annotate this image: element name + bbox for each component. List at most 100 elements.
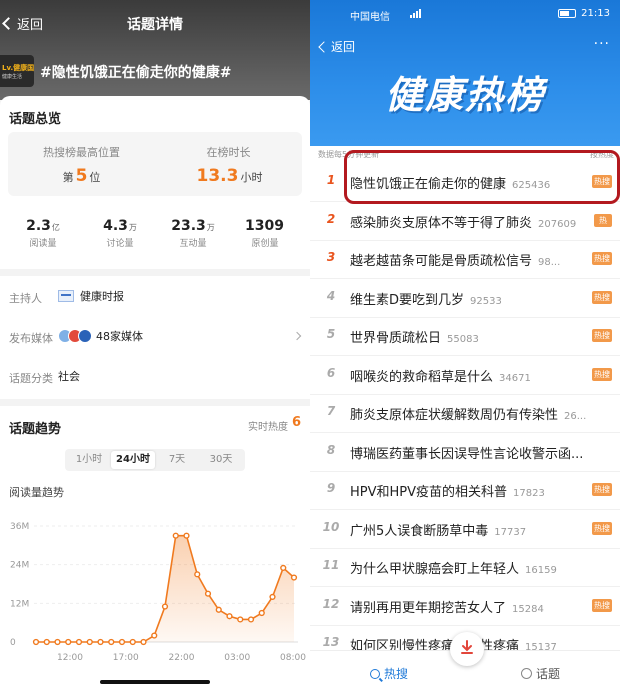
metric-label: 互动量 xyxy=(179,239,207,249)
host-row[interactable]: 主持人 健康时报 xyxy=(0,278,310,318)
metric-label: 阅读量 xyxy=(29,239,57,249)
rank-number: 12 xyxy=(322,596,340,611)
rank-count: 98... xyxy=(538,257,561,268)
tab-1h[interactable]: 1小时 xyxy=(67,451,111,469)
download-button[interactable] xyxy=(450,632,484,666)
thumbnail-text: Lv.健康国潮 xyxy=(2,64,34,72)
hot-badge: 热搜 xyxy=(592,367,612,381)
trend-point[interactable] xyxy=(75,638,83,646)
nav-hot-label: 热搜 xyxy=(384,667,409,681)
rank-title: 博瑞医药董事长因误导性言论收警示函... xyxy=(350,446,584,462)
x-tick-label: 17:00 xyxy=(113,653,139,663)
media-value: 48家媒体 xyxy=(96,330,143,343)
trend-point[interactable] xyxy=(97,638,104,646)
rank-title: 肺炎支原体症状缓解数周仍有传染性 xyxy=(350,408,559,423)
topic-icon xyxy=(520,668,532,679)
hot-badge: 热搜 xyxy=(592,252,612,265)
download-icon xyxy=(461,640,473,654)
metrics-row: 2.3亿 阅读量 4.3万 讨论量 23.3万 互动量 1309 原创量 xyxy=(0,218,310,258)
highlight-box xyxy=(344,150,620,204)
rank-item[interactable]: 9 HPV和HPV疫苗的相关科普 17823 热搜 xyxy=(310,472,620,510)
rank-count: 15284 xyxy=(512,603,544,615)
duration-label: 在榜时长 xyxy=(206,146,251,159)
thumbnail-subtext: 健康生活 xyxy=(2,74,23,80)
health-hot-list-panel: 中国电信 21:13 返回 ··· 健康热榜 数据每5分钟更新 按热度 1 隐性饥… xyxy=(310,0,620,688)
metric-label: 原创量 xyxy=(251,239,279,249)
trend-point[interactable] xyxy=(54,638,61,646)
metric-original: 1309 原创量 xyxy=(230,218,300,249)
rank-item[interactable]: 3 越老越苗条可能是骨质疏松信号 98... 热搜 xyxy=(310,241,620,279)
rank-title-line: HPV和HPV疫苗的相关科普 17823 xyxy=(350,481,545,500)
trend-point[interactable] xyxy=(204,590,212,597)
nav-topic[interactable]: 话题 xyxy=(520,665,560,682)
hot-badge: 热搜 xyxy=(592,329,612,342)
trend-point[interactable] xyxy=(226,613,233,620)
ranking-stats: 热搜榜最高位置 第5位 在榜时长 13.3 小时 xyxy=(8,132,302,196)
nav-hot[interactable]: 热搜 xyxy=(370,665,408,682)
rank-number: 7 xyxy=(326,404,336,418)
x-tick-label: 12:00 xyxy=(57,653,83,663)
rank-item[interactable]: 11 为什么甲状腺癌会盯上年轻人 16159 xyxy=(310,549,620,587)
trend-point[interactable] xyxy=(161,603,169,610)
trend-point[interactable] xyxy=(290,574,298,581)
trend-point[interactable] xyxy=(194,571,201,578)
trend-point[interactable] xyxy=(65,638,72,646)
rank-number: 11 xyxy=(322,558,340,572)
tab-24h[interactable]: 24小时 xyxy=(111,451,155,469)
peak-position: 热搜榜最高位置 第5位 xyxy=(8,132,155,196)
trend-point[interactable] xyxy=(258,609,265,617)
trend-point[interactable] xyxy=(172,532,179,539)
media-avatars xyxy=(58,329,92,343)
topic-thumbnail[interactable]: Lv.健康国潮 健康生活 xyxy=(0,55,34,87)
rank-item[interactable]: 7 肺炎支原体症状缓解数周仍有传染性 26... xyxy=(310,395,620,433)
trend-point[interactable] xyxy=(247,616,255,623)
trend-point[interactable] xyxy=(151,632,158,639)
more-icon[interactable]: ··· xyxy=(594,36,610,52)
trend-point[interactable] xyxy=(129,638,136,646)
rank-count: 34671 xyxy=(499,372,531,384)
rank-count: 207609 xyxy=(538,218,577,230)
trend-point[interactable] xyxy=(183,532,190,539)
tab-30d[interactable]: 30天 xyxy=(199,451,243,469)
rank-title-line: 为什么甲状腺癌会盯上年轻人 16159 xyxy=(350,558,557,577)
duration-unit: 小时 xyxy=(240,171,263,184)
home-indicator xyxy=(100,680,210,684)
trend-point[interactable] xyxy=(86,638,93,646)
rank-item[interactable]: 8 博瑞医药董事长因误导性言论收警示函... xyxy=(310,434,620,472)
rank-number: 6 xyxy=(326,365,336,380)
topic-detail-panel: 返回 话题详情 Lv.健康国潮 健康生活 #隐性饥饿正在偷走你的健康# 话题总览… xyxy=(0,0,310,688)
metric-value: 1309 xyxy=(245,218,284,234)
realtime-value: 6 xyxy=(291,415,301,430)
rank-item[interactable]: 6 咽喉炎的救命稻草是什么 34671 热搜 xyxy=(310,357,620,395)
page-title: 话题详情 xyxy=(127,17,183,33)
media-key: 发布媒体 xyxy=(9,332,53,345)
rank-item[interactable]: 10 广州5人误食断肠草中毒 17737 热搜 xyxy=(310,511,620,549)
rank-item[interactable]: 5 世界骨质疏松日 55083 热搜 xyxy=(310,318,620,356)
trend-point[interactable] xyxy=(280,564,287,571)
media-row[interactable]: 发布媒体 48家媒体 xyxy=(0,318,310,358)
hot-badge: 热搜 xyxy=(592,521,612,535)
carrier-label: 中国电信 xyxy=(350,12,390,23)
rank-item[interactable]: 4 维生素D要吃到几岁 92533 热搜 xyxy=(310,280,620,318)
rank-title: HPV和HPV疫苗的相关科普 xyxy=(350,485,508,500)
trend-point[interactable] xyxy=(140,638,147,646)
rank-item[interactable]: 12 请别再用更年期挖苦女人了 15284 热搜 xyxy=(310,588,620,626)
trend-point[interactable] xyxy=(118,638,126,646)
rank-title-line: 感染肺炎支原体不等于得了肺炎 207609 xyxy=(350,212,576,231)
trend-point[interactable] xyxy=(43,638,50,646)
x-tick-label: 22:00 xyxy=(169,653,195,663)
x-tick-label: 03:00 xyxy=(224,653,250,663)
battery-icon xyxy=(558,9,577,18)
trend-point[interactable] xyxy=(237,616,244,623)
back-button[interactable]: 返回 xyxy=(318,38,355,55)
trend-point[interactable] xyxy=(32,638,40,646)
rank-item[interactable]: 2 感染肺炎支原体不等于得了肺炎 207609 热 xyxy=(310,203,620,241)
trend-point[interactable] xyxy=(215,606,222,613)
rank-title-line: 世界骨质疏松日 55083 xyxy=(350,327,479,346)
host-key: 主持人 xyxy=(9,292,42,305)
peak-label: 热搜榜最高位置 xyxy=(43,146,120,159)
hot-list-header: 中国电信 21:13 返回 ··· 健康热榜 xyxy=(310,0,620,146)
trend-point[interactable] xyxy=(269,593,276,600)
trend-point[interactable] xyxy=(108,638,115,646)
tab-7d[interactable]: 7天 xyxy=(155,451,199,469)
